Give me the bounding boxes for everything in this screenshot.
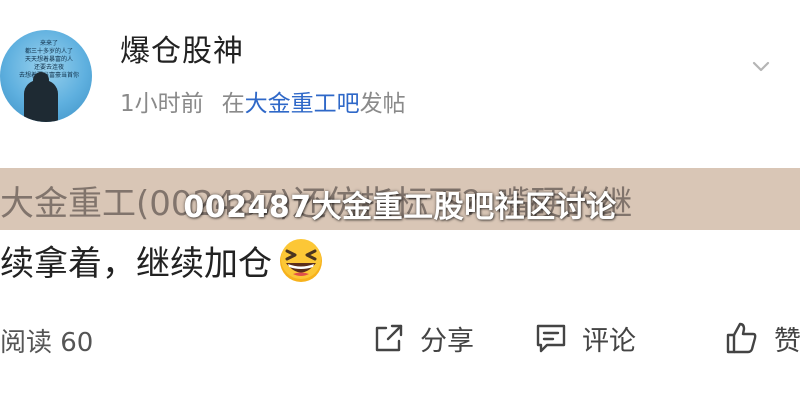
thumbs-up-icon [726, 322, 757, 354]
post-time: 1小时前 [120, 91, 204, 117]
author-name[interactable]: 爆仓股神 [120, 26, 244, 70]
comment-button[interactable]: 评论 [534, 318, 636, 358]
like-button[interactable]: 赞 [724, 318, 800, 358]
forum-link[interactable]: 大金重工吧 [245, 91, 360, 117]
comment-label: 评论 [582, 325, 636, 357]
post-text-line-2-text: 续拿着，继续加仓 [0, 244, 272, 284]
read-count: 阅读 60 [0, 328, 94, 358]
avatar-figure-body [24, 80, 58, 122]
posted-in-suffix: 发帖 [359, 91, 406, 117]
avatar[interactable]: 来来了 都三十多岁的人了 天天想着暴富的人 还要去连夜 去想着要当富豪当首你 [0, 30, 92, 122]
overlay-title: 002487大金重工股吧社区讨论 [183, 190, 617, 225]
comment-icon [536, 324, 566, 353]
post-card: 来来了 都三十多岁的人了 天天想着暴富的人 还要去连夜 去想着要当富豪当首你 爆… [0, 0, 800, 400]
avatar-caption: 来来了 都三十多岁的人了 天天想着暴富的人 还要去连夜 去想着要当富豪当首你 [18, 40, 79, 79]
share-icon [375, 324, 403, 352]
post-text-line-2: 续拿着，继续加仓 [0, 236, 324, 285]
chevron-down-icon[interactable] [752, 58, 770, 76]
share-label: 分享 [420, 325, 474, 357]
posted-in-prefix: 在 [221, 91, 245, 117]
like-label: 赞 [774, 325, 800, 357]
post-meta: 1小时前 在大金重工吧发帖 [120, 84, 406, 118]
share-button[interactable]: 分享 [372, 318, 474, 358]
grinning-squinting-face-emoji [280, 238, 322, 282]
